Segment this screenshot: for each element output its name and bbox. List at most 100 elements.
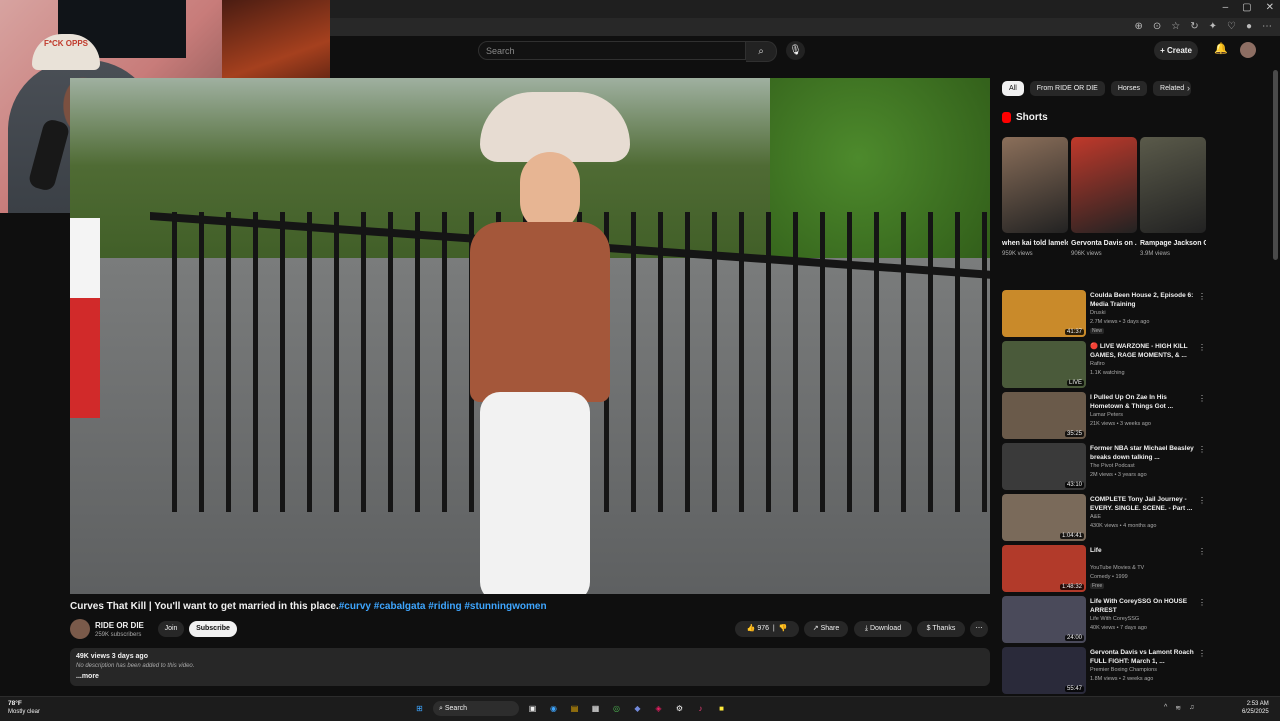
rec-channel[interactable]: The Pivot Podcast <box>1090 463 1135 469</box>
edge-icon[interactable]: ◉ <box>546 701 561 716</box>
video-hashtags[interactable]: #curvy #cabalgata #riding #stunningwomen <box>339 601 547 612</box>
store-icon[interactable]: ▦ <box>588 701 603 716</box>
rec-video-item[interactable]: LIVE 🔴 LIVE WARZONE - HIGH KILL GAMES, RA… <box>1002 341 1206 392</box>
rec-menu-icon[interactable]: ⋮ <box>1198 547 1206 556</box>
favorites-icon[interactable]: ♡ <box>1227 21 1236 32</box>
rec-menu-icon[interactable]: ⋮ <box>1198 394 1206 403</box>
share-button[interactable]: ↗ Share <box>804 621 848 637</box>
chevron-right-icon[interactable]: › <box>1187 83 1190 93</box>
chip-related[interactable]: Related <box>1153 81 1192 96</box>
rec-video-item[interactable]: 55:47 Gervonta Davis vs Lamont Roach FULL… <box>1002 647 1206 698</box>
close-button[interactable]: ✕ <box>1266 2 1274 13</box>
instagram-icon[interactable]: ◈ <box>651 701 666 716</box>
short-item[interactable]: Rampage Jackson G... 3.9M views <box>1140 137 1206 257</box>
weather-widget[interactable]: 78°F Mostly clear <box>8 700 40 716</box>
task-view-icon[interactable]: ▣ <box>525 701 540 716</box>
rec-video-item[interactable]: 1:48:32 Life YouTube Movies & TV Comedy • 1… <box>1002 545 1206 596</box>
rec-title[interactable]: Life With CoreySSG On HOUSE ARREST <box>1090 597 1194 615</box>
rec-title[interactable]: 🔴 LIVE WARZONE - HIGH KILL GAMES, RAGE M… <box>1090 342 1194 360</box>
rec-thumbnail[interactable]: 24:00 <box>1002 596 1086 643</box>
thanks-button[interactable]: $ Thanks <box>917 621 965 637</box>
rec-thumbnail[interactable]: 43:10 <box>1002 443 1086 490</box>
rec-channel[interactable]: Druski <box>1090 310 1106 316</box>
minimize-button[interactable]: – <box>1223 2 1229 13</box>
subscribe-button[interactable]: Subscribe <box>189 621 237 637</box>
puzzle-icon[interactable]: ✦ <box>1209 21 1217 32</box>
settings-icon[interactable]: ⚙ <box>672 701 687 716</box>
rec-menu-icon[interactable]: ⋮ <box>1198 598 1206 607</box>
maximize-button[interactable]: ▢ <box>1242 2 1251 13</box>
rec-video-item[interactable]: 41:37 Coulda Been House 2, Episode 6: Med… <box>1002 290 1206 341</box>
rec-title[interactable]: Coulda Been House 2, Episode 6: Media Tr… <box>1090 291 1194 309</box>
rec-menu-icon[interactable]: ⋮ <box>1198 649 1206 658</box>
search-input[interactable]: Search <box>478 41 746 60</box>
rec-video-item[interactable]: 35:25 I Pulled Up On Zae In His Hometown … <box>1002 392 1206 443</box>
rec-channel[interactable]: Life With CoreySSG <box>1090 616 1139 622</box>
short-thumbnail[interactable] <box>1002 137 1068 233</box>
rec-thumbnail[interactable]: 35:25 <box>1002 392 1086 439</box>
short-thumbnail[interactable] <box>1071 137 1137 233</box>
bookmark-star-icon[interactable]: ☆ <box>1171 21 1180 32</box>
short-item[interactable]: Gervonta Davis on ... 906K views <box>1071 137 1137 257</box>
windows-start-icon[interactable]: ⊞ <box>412 701 427 716</box>
tiktok-icon[interactable]: ♪ <box>693 701 708 716</box>
wifi-icon[interactable]: ≋ <box>1175 704 1181 712</box>
volume-icon[interactable]: ♫ <box>1189 704 1194 712</box>
taskbar-search[interactable]: ⌕ Search <box>433 701 519 716</box>
chip-from-channel[interactable]: From RIDE OR DIE <box>1029 81 1105 96</box>
user-avatar[interactable] <box>1240 42 1256 58</box>
rec-title[interactable]: Life <box>1090 546 1194 555</box>
rec-video-item[interactable]: 43:10 Former NBA star Michael Beasley bre… <box>1002 443 1206 494</box>
rec-title[interactable]: Gervonta Davis vs Lamont Roach FULL FIGH… <box>1090 648 1194 666</box>
menu-icon[interactable]: ⋯ <box>1262 21 1272 32</box>
rec-video-item[interactable]: 1:04:41 COMPLETE Tony Jail Journey - EVER… <box>1002 494 1206 545</box>
rec-menu-icon[interactable]: ⋮ <box>1198 292 1206 301</box>
rec-channel[interactable]: A&E <box>1090 514 1101 520</box>
rec-thumbnail[interactable]: LIVE <box>1002 341 1086 388</box>
rec-menu-icon[interactable]: ⋮ <box>1198 343 1206 352</box>
profile-icon[interactable]: ● <box>1246 21 1252 32</box>
voice-search-button[interactable]: 🎙 <box>786 41 805 60</box>
system-clock[interactable]: 2:53 AM 6/25/2025 <box>1242 700 1269 716</box>
description-box[interactable]: 49K views 3 days ago No description has … <box>70 648 990 686</box>
chip-all[interactable]: All <box>1002 81 1024 96</box>
rec-title[interactable]: COMPLETE Tony Jail Journey - EVERY. SING… <box>1090 495 1194 513</box>
dislike-button[interactable]: 👎 <box>779 625 788 632</box>
address-bar[interactable]: ⊕ ⊙ ☆ ↻ ✦ ♡ ● ⋯ <box>330 18 1280 37</box>
sticky-notes-icon[interactable]: ■ <box>714 701 729 716</box>
rec-thumbnail[interactable]: 1:48:32 <box>1002 545 1086 592</box>
channel-name[interactable]: RIDE OR DIE <box>95 621 144 630</box>
rec-thumbnail[interactable]: 1:04:41 <box>1002 494 1086 541</box>
rec-channel[interactable]: Rafiro <box>1090 361 1105 367</box>
rec-title[interactable]: I Pulled Up On Zae In His Hometown & Thi… <box>1090 393 1194 411</box>
discord-icon[interactable]: ◆ <box>630 701 645 716</box>
short-thumbnail[interactable] <box>1140 137 1206 233</box>
show-more-link[interactable]: ...more <box>76 673 99 680</box>
rec-channel[interactable]: Lamar Peters <box>1090 412 1123 418</box>
video-player[interactable] <box>70 78 990 594</box>
notifications-icon[interactable]: 🔔 <box>1214 42 1228 55</box>
chip-horses[interactable]: Horses <box>1110 81 1148 96</box>
like-button[interactable]: 👍 976 <box>747 625 769 632</box>
rec-channel[interactable]: Premier Boxing Champions <box>1090 667 1157 673</box>
more-actions-button[interactable]: ⋯ <box>970 621 988 637</box>
rec-menu-icon[interactable]: ⋮ <box>1198 445 1206 454</box>
file-explorer-icon[interactable]: ▤ <box>567 701 582 716</box>
search-button[interactable]: ⌕ <box>746 41 777 62</box>
short-item[interactable]: when kai told lameloball t... 959K views <box>1002 137 1068 257</box>
refresh-icon[interactable]: ↻ <box>1190 21 1198 32</box>
rec-channel[interactable]: YouTube Movies & TV <box>1090 565 1144 571</box>
download-button[interactable]: ⤓ Download <box>854 621 912 637</box>
rec-video-item[interactable]: 24:00 Life With CoreySSG On HOUSE ARREST L… <box>1002 596 1206 647</box>
rec-thumbnail[interactable]: 41:37 <box>1002 290 1086 337</box>
create-button[interactable]: + Create <box>1154 41 1198 60</box>
channel-avatar[interactable] <box>70 619 90 639</box>
rec-thumbnail[interactable]: 55:47 <box>1002 647 1086 694</box>
join-button[interactable]: Join <box>158 621 184 637</box>
chrome-icon[interactable]: ◎ <box>609 701 624 716</box>
rec-menu-icon[interactable]: ⋮ <box>1198 496 1206 505</box>
zoom-icon[interactable]: ⊙ <box>1153 21 1161 32</box>
rec-title[interactable]: Former NBA star Michael Beasley breaks d… <box>1090 444 1194 462</box>
tray-chevron-icon[interactable]: ^ <box>1164 704 1167 712</box>
extension-icon[interactable]: ⊕ <box>1134 21 1142 32</box>
